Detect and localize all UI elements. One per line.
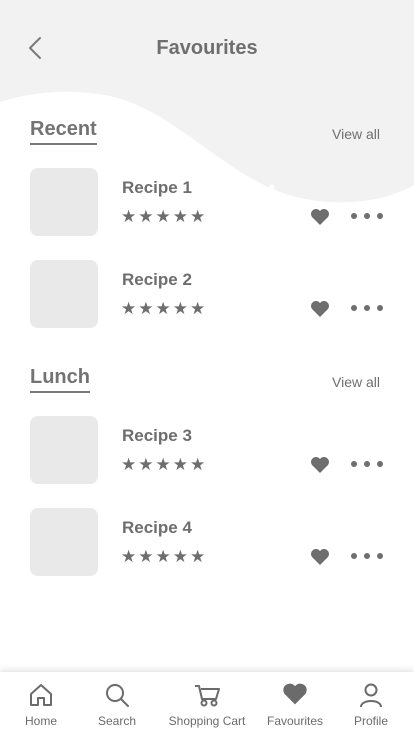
rating-stars: ★★★★★ — [121, 547, 208, 566]
section-header-recent: Recent View all — [30, 118, 380, 148]
tab-label: Shopping Cart — [168, 714, 246, 728]
heart-icon — [283, 683, 307, 705]
search-icon — [106, 684, 129, 707]
tab-label: Home — [24, 714, 57, 728]
recipe-name: Recipe 1 — [122, 178, 192, 197]
recipe-thumbnail — [30, 260, 98, 328]
recipe-thumbnail — [30, 508, 98, 576]
view-all-link[interactable]: View all — [332, 374, 380, 390]
section-title: Lunch — [30, 366, 90, 393]
recipe-card[interactable]: Recipe 2 ★★★★★ — [30, 260, 384, 328]
view-all-link[interactable]: View all — [332, 126, 380, 142]
recipe-name: Recipe 2 — [122, 270, 192, 289]
bottom-tab-bar: Home Search Shopping Cart Favourites Pro… — [0, 672, 414, 736]
tab-shopping-cart[interactable]: Shopping Cart — [164, 672, 250, 736]
home-icon — [30, 684, 52, 706]
recipe-thumbnail — [30, 168, 98, 236]
more-options-icon[interactable] — [350, 212, 384, 220]
tab-search[interactable]: Search — [87, 672, 147, 736]
rating-stars: ★★★★★ — [121, 207, 208, 226]
favourite-heart-icon[interactable] — [310, 456, 330, 474]
favourite-heart-icon[interactable] — [310, 300, 330, 318]
tab-label: Profile — [353, 714, 388, 728]
section-title: Recent — [30, 118, 97, 145]
recipe-thumbnail — [30, 416, 98, 484]
recipe-card[interactable]: Recipe 3 ★★★★★ — [30, 416, 384, 484]
tab-profile[interactable]: Profile — [341, 672, 401, 736]
recipe-card[interactable]: Recipe 1 ★★★★★ — [30, 168, 384, 236]
recipe-name: Recipe 4 — [122, 518, 192, 537]
tab-label: Search — [97, 714, 137, 728]
more-options-icon[interactable] — [350, 304, 384, 312]
tab-favourites[interactable]: Favourites — [262, 672, 328, 736]
cart-icon — [195, 685, 220, 707]
page-title: Favourites — [156, 37, 258, 59]
header: Favourites — [0, 0, 414, 96]
favourite-heart-icon[interactable] — [310, 548, 330, 566]
favourite-heart-icon[interactable] — [310, 208, 330, 226]
recipe-name: Recipe 3 — [122, 426, 192, 445]
section-header-lunch: Lunch View all — [30, 366, 380, 396]
profile-icon — [360, 683, 382, 708]
tab-home[interactable]: Home — [11, 672, 71, 736]
rating-stars: ★★★★★ — [121, 455, 208, 474]
tab-label: Favourites — [266, 714, 324, 728]
more-options-icon[interactable] — [350, 460, 384, 468]
rating-stars: ★★★★★ — [121, 299, 208, 318]
more-options-icon[interactable] — [350, 552, 384, 560]
recipe-card[interactable]: Recipe 4 ★★★★★ — [30, 508, 384, 576]
